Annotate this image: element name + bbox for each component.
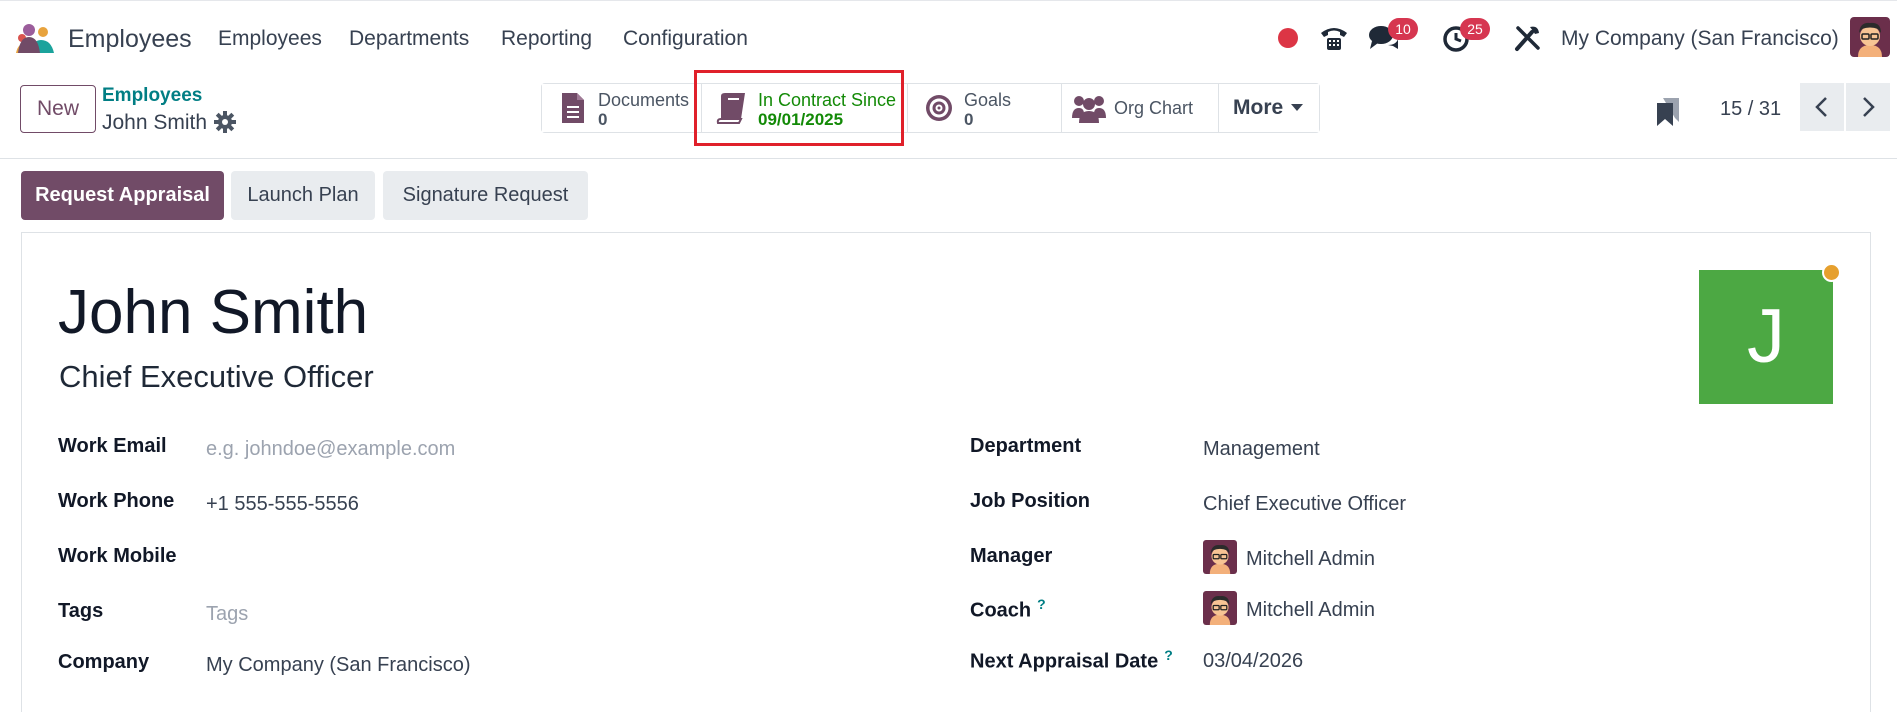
work-phone-field[interactable]: +1 555-555-5556 — [206, 493, 359, 516]
documents-label: Documents — [598, 90, 690, 110]
org-chart-smart-button[interactable]: Org Chart — [1062, 84, 1219, 132]
breadcrumb-employees[interactable]: Employees — [102, 85, 202, 107]
contract-smart-button[interactable]: In Contract Since 09/01/2025 — [702, 84, 908, 132]
document-icon — [562, 93, 584, 123]
menu-configuration[interactable]: Configuration — [623, 27, 748, 51]
department-field[interactable]: Management — [1203, 438, 1320, 461]
job-position-label: Job Position — [970, 490, 1090, 512]
manager-avatar — [1203, 540, 1237, 574]
contract-date: 09/01/2025 — [758, 110, 844, 129]
more-dropdown[interactable]: More — [1219, 84, 1319, 132]
signature-request-button[interactable]: Signature Request — [383, 171, 588, 220]
job-position-field[interactable]: Chief Executive Officer — [1203, 493, 1406, 516]
menu-employees[interactable]: Employees — [218, 27, 322, 51]
phone-icon[interactable] — [1318, 23, 1350, 53]
next-appraisal-help-icon[interactable]: ? — [1164, 647, 1173, 663]
work-email-field[interactable]: e.g. johndoe@example.com — [206, 438, 455, 461]
pager-value[interactable]: 15 / 31 — [1720, 98, 1781, 121]
next-appraisal-field[interactable]: 03/04/2026 — [1203, 650, 1303, 673]
control-panel: New Employees John Smith Documents 0 In … — [0, 77, 1897, 159]
smart-buttons: Documents 0 In Contract Since 09/01/2025… — [541, 83, 1320, 133]
user-avatar[interactable] — [1850, 17, 1890, 57]
launch-plan-button[interactable]: Launch Plan — [231, 171, 375, 220]
users-icon — [1072, 96, 1106, 123]
presence-status-icon — [1822, 263, 1841, 282]
breadcrumb-current: John Smith — [102, 111, 208, 134]
next-appraisal-label-text: Next Appraisal Date — [970, 650, 1159, 673]
tags-field[interactable]: Tags — [206, 603, 248, 626]
pager-next-button[interactable] — [1846, 83, 1890, 131]
coach-avatar-icon — [1203, 591, 1237, 625]
coach-label-text: Coach — [970, 599, 1032, 622]
coach-field[interactable]: Mitchell Admin — [1246, 599, 1375, 622]
work-mobile-field[interactable] — [206, 545, 946, 573]
app-name[interactable]: Employees — [68, 25, 192, 54]
company-label: Company — [58, 651, 150, 673]
goals-label: Goals — [964, 90, 1012, 110]
goals-smart-button[interactable]: Goals 0 — [908, 84, 1062, 132]
tools-icon[interactable] — [1512, 23, 1544, 53]
top-navbar: Employees Employees Departments Reportin… — [0, 0, 1897, 77]
pager-previous-button[interactable] — [1800, 83, 1844, 131]
caret-down-icon — [1291, 104, 1303, 111]
new-button[interactable]: New — [20, 85, 96, 133]
target-icon — [926, 95, 952, 121]
org-chart-label: Org Chart — [1114, 98, 1194, 118]
employee-avatar[interactable]: J — [1699, 270, 1833, 404]
work-mobile-label: Work Mobile — [58, 545, 177, 567]
documents-count: 0 — [598, 110, 608, 129]
user-avatar-icon — [1850, 17, 1890, 57]
department-label: Department — [970, 435, 1082, 457]
manager-label: Manager — [970, 545, 1053, 567]
next-appraisal-label: Next Appraisal Date? — [970, 647, 1173, 674]
more-label: More — [1233, 96, 1284, 119]
chevron-right-icon — [1863, 97, 1875, 117]
gear-icon[interactable] — [214, 111, 236, 133]
work-phone-label: Work Phone — [58, 490, 175, 512]
coach-help-icon[interactable]: ? — [1037, 596, 1046, 612]
menu-departments[interactable]: Departments — [349, 27, 469, 51]
employees-app-icon[interactable] — [16, 23, 54, 53]
chevron-left-icon — [1815, 97, 1827, 117]
company-switcher[interactable]: My Company (San Francisco) — [1561, 27, 1839, 51]
request-appraisal-button[interactable]: Request Appraisal — [21, 171, 224, 220]
employee-form-sheet: John Smith Chief Executive Officer J Wor… — [21, 232, 1871, 712]
employee-job-title[interactable]: Chief Executive Officer — [59, 359, 374, 395]
work-email-label: Work Email — [58, 435, 167, 457]
contract-label: In Contract Since — [758, 90, 897, 110]
book-icon — [716, 93, 745, 124]
menu-reporting[interactable]: Reporting — [501, 27, 592, 51]
manager-field[interactable]: Mitchell Admin — [1246, 548, 1375, 571]
documents-smart-button[interactable]: Documents 0 — [542, 84, 702, 132]
goals-count: 0 — [964, 110, 974, 129]
manager-avatar-icon — [1203, 540, 1237, 574]
tags-label: Tags — [58, 600, 104, 622]
employee-name[interactable]: John Smith — [58, 277, 368, 348]
company-field[interactable]: My Company (San Francisco) — [206, 654, 471, 677]
coach-avatar — [1203, 591, 1237, 625]
coach-label: Coach? — [970, 596, 1046, 623]
bookmark-icon[interactable] — [1656, 97, 1680, 127]
recording-indicator-icon[interactable] — [1278, 28, 1298, 48]
messages-badge: 10 — [1388, 18, 1418, 40]
activities-badge: 25 — [1460, 18, 1490, 40]
